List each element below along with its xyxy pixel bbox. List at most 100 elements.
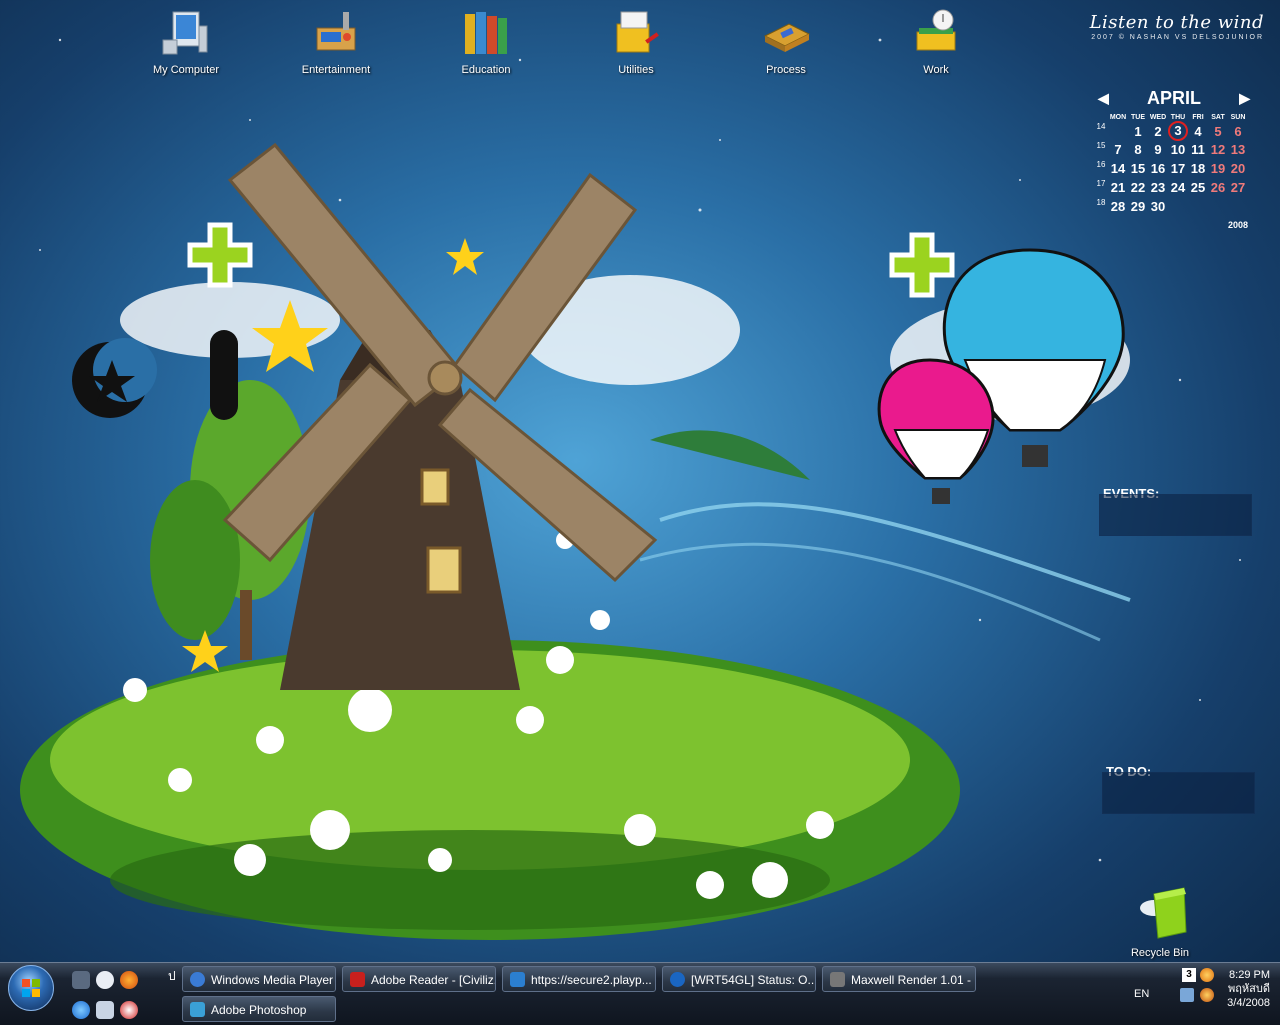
events-panel[interactable] — [1099, 494, 1252, 536]
calendar-day[interactable]: 29 — [1128, 199, 1148, 214]
calendar-prev-arrow-icon[interactable]: ◀ — [1098, 90, 1109, 107]
week-number: 14 — [1096, 122, 1106, 131]
calendar-day[interactable]: 28 — [1108, 199, 1128, 214]
calendar-day[interactable]: 4 — [1188, 124, 1208, 139]
task-label: Windows Media Player — [211, 973, 334, 987]
task-router-status[interactable]: [WRT54GL] Status: O... — [662, 966, 816, 992]
recycle-bin-icon — [1140, 887, 1187, 939]
calendar-day[interactable]: 14 — [1108, 161, 1128, 176]
notes-icon — [916, 9, 956, 51]
photoshop-icon — [190, 1002, 205, 1017]
desktop-icon-label: Utilities — [618, 64, 654, 76]
calendar-day[interactable]: 13 — [1228, 142, 1248, 157]
desktop-wallpaper — [20, 38, 1241, 940]
calendar-day[interactable]: 8 — [1128, 142, 1148, 157]
desktop-icon-process[interactable]: Process — [736, 6, 836, 76]
start-button[interactable] — [8, 965, 54, 1011]
calendar-week-row: 18 28 29 30 — [1094, 197, 1254, 216]
desktop-icon-label: My Computer — [152, 64, 220, 76]
desktop-icon-utilities[interactable]: Utilities — [586, 6, 686, 76]
calendar-day-today[interactable]: 3 — [1168, 121, 1188, 141]
calendar-grid: 14 1 2 3 4 5 6 15 7 8 9 10 11 12 13 16 14 15 16 17 18 19 20 17 2… — [1094, 121, 1254, 216]
chip-icon — [763, 23, 811, 52]
wallpaper-title: Listen to the wind 2007 © NASHAN VS DELS… — [1090, 12, 1264, 41]
clock-day: พฤหัสบดี — [1227, 983, 1270, 995]
app-quicklaunch-icon[interactable] — [120, 1001, 138, 1019]
calendar-day[interactable]: 18 — [1188, 161, 1208, 176]
weekday-label: SUN — [1230, 114, 1246, 121]
tray-sun-icon[interactable] — [1200, 988, 1214, 1002]
calendar-day[interactable]: 25 — [1188, 180, 1208, 195]
calendar-day[interactable]: 16 — [1148, 161, 1168, 176]
wallpaper-title-text: Listen to the wind — [1089, 12, 1264, 33]
task-label: https://secure2.playp... — [531, 973, 652, 987]
desktop-icon-my-computer[interactable]: My Computer — [136, 6, 236, 76]
task-label: Adobe Reader - [Civiliz... — [371, 973, 496, 987]
calendar-day[interactable]: 5 — [1208, 124, 1228, 139]
wallpaper-credit: 2007 © NASHAN VS DELSOJUNIOR — [1091, 34, 1264, 41]
media-icon — [316, 12, 356, 51]
calendar-year: 2008 — [1227, 220, 1248, 230]
desktop-icon-label: Work — [923, 64, 949, 76]
desktop-icon-work[interactable]: Work — [886, 6, 986, 76]
calendar-weekday-row: MON TUE WED THU FRI SAT SUN — [1094, 114, 1254, 121]
firefox-quicklaunch-icon[interactable] — [120, 971, 138, 989]
desktop-icon-entertainment[interactable]: Entertainment — [286, 6, 386, 76]
calendar-day[interactable]: 9 — [1148, 142, 1168, 157]
calendar-day[interactable]: 2 — [1148, 124, 1168, 139]
calendar-day[interactable]: 10 — [1168, 142, 1188, 157]
task-label: Adobe Photoshop — [211, 1003, 307, 1017]
weekday-label: SAT — [1211, 114, 1225, 121]
task-label: [WRT54GL] Status: O... — [691, 973, 816, 987]
desktop-icon-label: Education — [461, 64, 511, 76]
calendar-day[interactable]: 23 — [1148, 180, 1168, 195]
quicklaunch-toggle[interactable]: ป — [168, 967, 176, 986]
show-desktop-icon[interactable] — [72, 971, 90, 989]
tray-badge[interactable]: 3 — [1182, 968, 1196, 982]
recycle-bin-label: Recycle Bin — [1130, 947, 1190, 959]
calendar-day[interactable]: 6 — [1228, 124, 1248, 139]
document-quicklaunch-icon[interactable] — [96, 1001, 114, 1019]
calendar-day[interactable]: 19 — [1208, 161, 1228, 176]
todo-panel[interactable] — [1102, 772, 1255, 814]
task-windows-media-player[interactable]: Windows Media Player — [182, 966, 336, 992]
adobe-reader-icon — [350, 972, 365, 987]
calendar-day[interactable]: 24 — [1168, 180, 1188, 195]
calendar-day[interactable]: 30 — [1148, 199, 1168, 214]
calendar-day[interactable]: 12 — [1208, 142, 1228, 157]
network-icon[interactable] — [1180, 988, 1194, 1002]
calendar-day[interactable]: 22 — [1128, 180, 1148, 195]
task-adobe-reader[interactable]: Adobe Reader - [Civiliz... — [342, 966, 496, 992]
task-adobe-photoshop[interactable]: Adobe Photoshop — [182, 996, 336, 1022]
task-maxwell-render[interactable]: Maxwell Render 1.01 - ... — [822, 966, 976, 992]
tray-app-icon[interactable] — [1200, 968, 1214, 982]
internet-explorer-quicklaunch-icon[interactable] — [72, 1001, 90, 1019]
calendar-week-row: 14 1 2 3 4 5 6 — [1094, 121, 1254, 141]
week-number: 17 — [1096, 179, 1106, 188]
calendar-day[interactable]: 11 — [1188, 142, 1208, 157]
media-player-quicklaunch-icon[interactable] — [96, 971, 114, 989]
calendar-next-arrow-icon[interactable]: ▶ — [1239, 90, 1250, 107]
language-indicator[interactable]: EN — [1134, 988, 1149, 1000]
calendar-header: ◀ APRIL ▶ — [1094, 88, 1254, 110]
calendar-month: APRIL — [1147, 88, 1201, 108]
calendar-week-row: 15 7 8 9 10 11 12 13 — [1094, 140, 1254, 159]
calendar-week-row: 17 21 22 23 24 25 26 27 — [1094, 178, 1254, 197]
calendar-day[interactable]: 21 — [1108, 180, 1128, 195]
weekday-label: WED — [1149, 114, 1167, 121]
calendar-day[interactable]: 20 — [1228, 161, 1248, 176]
calendar-day[interactable]: 7 — [1108, 142, 1128, 157]
maxwell-render-icon — [830, 972, 845, 987]
clock[interactable]: 8:29 PM พฤหัสบดี 3/4/2008 — [1227, 968, 1270, 1010]
calendar-day[interactable]: 27 — [1228, 180, 1248, 195]
browser-icon — [510, 972, 525, 987]
calendar-day[interactable]: 15 — [1128, 161, 1148, 176]
calendar-day[interactable]: 17 — [1168, 161, 1188, 176]
calendar-day[interactable]: 1 — [1128, 124, 1148, 139]
desktop-icon-education[interactable]: Education — [436, 6, 536, 76]
desktop-icon-recycle-bin[interactable]: Recycle Bin — [1118, 880, 1202, 959]
calendar-day[interactable]: 26 — [1208, 180, 1228, 195]
computer-icon — [162, 11, 208, 55]
books-icon — [465, 12, 507, 54]
task-browser[interactable]: https://secure2.playp... — [502, 966, 656, 992]
